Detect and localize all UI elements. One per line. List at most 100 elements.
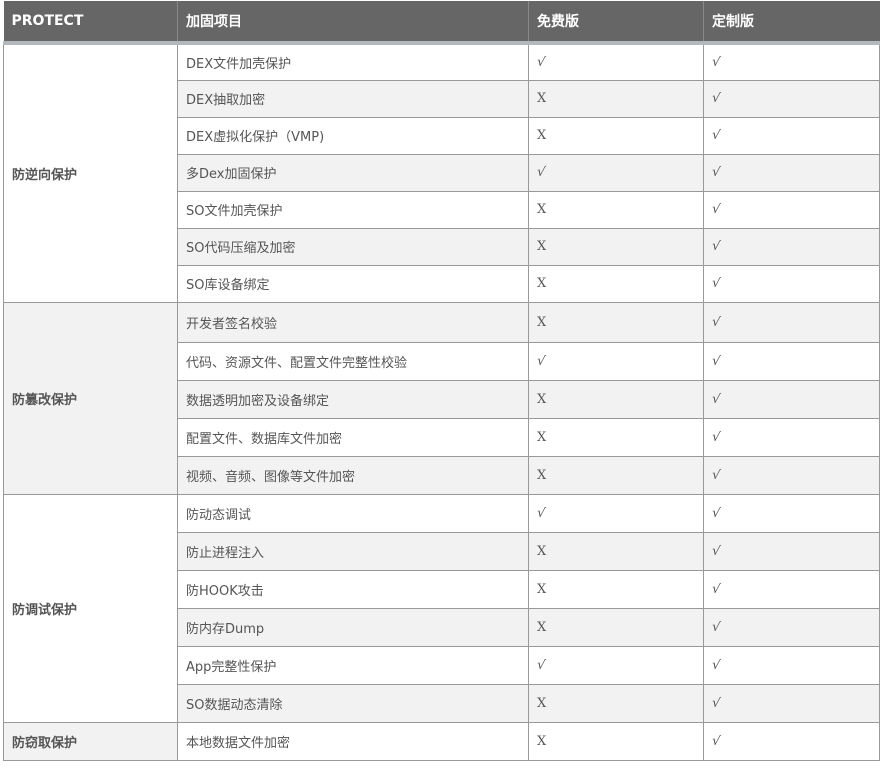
feature-cell: 防内存Dump bbox=[177, 607, 529, 647]
free-edition-cell: X bbox=[528, 301, 704, 343]
cross-mark: X bbox=[537, 695, 547, 711]
free-edition-cell: X bbox=[528, 569, 704, 609]
custom-edition-cell: √ bbox=[703, 42, 880, 81]
check-mark: √ bbox=[710, 90, 722, 107]
table-row: 防窃取保护 本地数据文件加密 X √ bbox=[3, 721, 880, 761]
category-cell: 防篡改保护 bbox=[3, 301, 178, 495]
custom-edition-cell: √ bbox=[703, 116, 880, 155]
feature-cell: SO库设备绑定 bbox=[177, 264, 529, 303]
check-mark: √ bbox=[710, 656, 722, 674]
cross-mark: X bbox=[537, 276, 547, 291]
feature-cell: 防止进程注入 bbox=[177, 531, 529, 571]
free-edition-cell: X bbox=[528, 721, 704, 761]
cross-mark: X bbox=[537, 543, 547, 559]
cross-mark: X bbox=[537, 429, 547, 445]
check-mark: √ bbox=[710, 275, 722, 292]
free-edition-cell: √ bbox=[528, 493, 704, 533]
check-mark: √ bbox=[710, 580, 722, 598]
feature-cell: DEX文件加壳保护 bbox=[177, 42, 529, 81]
cross-mark: X bbox=[537, 202, 547, 217]
cross-mark: X bbox=[537, 314, 547, 330]
check-mark: √ bbox=[710, 542, 722, 560]
free-edition-cell: X bbox=[528, 417, 704, 457]
free-edition-cell: √ bbox=[528, 341, 704, 381]
check-mark: √ bbox=[710, 313, 722, 331]
check-mark: √ bbox=[710, 618, 722, 636]
feature-cell: 代码、资源文件、配置文件完整性校验 bbox=[177, 341, 529, 381]
feature-cell: 视频、音频、图像等文件加密 bbox=[177, 455, 529, 495]
header-free-edition: 免费版 bbox=[528, 1, 704, 45]
free-edition-cell: X bbox=[528, 79, 704, 118]
table-body: 防逆向保护 DEX文件加壳保护 √ √ DEX抽取加密 X √ DEX虚拟化保护（VMP) X √… bbox=[3, 42, 880, 761]
free-edition-cell: X bbox=[528, 190, 704, 229]
free-edition-cell: X bbox=[528, 607, 704, 647]
feature-cell: SO数据动态清除 bbox=[177, 683, 529, 723]
free-edition-cell: √ bbox=[528, 645, 704, 685]
feature-cell: App完整性保护 bbox=[177, 645, 529, 685]
check-mark: √ bbox=[710, 127, 722, 144]
feature-cell: 防HOOK攻击 bbox=[177, 569, 529, 609]
free-edition-cell: X bbox=[528, 531, 704, 571]
check-mark: √ bbox=[710, 201, 722, 218]
custom-edition-cell: √ bbox=[703, 493, 880, 533]
protection-comparison-table: PROTECT 加固项目 免费版 定制版 防逆向保护 DEX文件加壳保护 √ √ DEX… bbox=[3, 1, 880, 761]
free-edition-cell: X bbox=[528, 227, 704, 266]
check-mark: √ bbox=[710, 466, 722, 484]
cross-mark: X bbox=[537, 391, 547, 407]
custom-edition-cell: √ bbox=[703, 301, 880, 343]
check-mark: √ bbox=[535, 352, 547, 370]
custom-edition-cell: √ bbox=[703, 341, 880, 381]
custom-edition-cell: √ bbox=[703, 455, 880, 495]
table-row: 防篡改保护 开发者签名校验 X √ bbox=[3, 301, 880, 495]
header-protect: PROTECT bbox=[3, 1, 178, 45]
custom-edition-cell: √ bbox=[703, 417, 880, 457]
check-mark: √ bbox=[710, 164, 722, 181]
free-edition-cell: X bbox=[528, 455, 704, 495]
cross-mark: X bbox=[537, 467, 547, 483]
header-item: 加固项目 bbox=[177, 1, 529, 45]
feature-cell: 配置文件、数据库文件加密 bbox=[177, 417, 529, 457]
cross-mark: X bbox=[537, 733, 547, 749]
feature-cell: 开发者签名校验 bbox=[177, 301, 529, 343]
table-row: 防调试保护 防动态调试 √ √ bbox=[3, 493, 880, 723]
check-mark: √ bbox=[535, 54, 547, 71]
check-mark: √ bbox=[710, 732, 722, 750]
check-mark: √ bbox=[710, 238, 722, 255]
table-row: 防逆向保护 DEX文件加壳保护 √ √ bbox=[3, 42, 880, 303]
custom-edition-cell: √ bbox=[703, 569, 880, 609]
category-cell: 防逆向保护 bbox=[3, 42, 178, 303]
check-mark: √ bbox=[710, 694, 722, 712]
check-mark: √ bbox=[710, 428, 722, 446]
free-edition-cell: X bbox=[528, 379, 704, 419]
feature-cell: 本地数据文件加密 bbox=[177, 721, 529, 761]
free-edition-cell: √ bbox=[528, 153, 704, 192]
custom-edition-cell: √ bbox=[703, 190, 880, 229]
check-mark: √ bbox=[710, 504, 722, 522]
check-mark: √ bbox=[710, 54, 722, 71]
feature-cell: DEX虚拟化保护（VMP) bbox=[177, 116, 529, 155]
cross-mark: X bbox=[537, 239, 547, 254]
feature-cell: 数据透明加密及设备绑定 bbox=[177, 379, 529, 419]
custom-edition-cell: √ bbox=[703, 607, 880, 647]
custom-edition-cell: √ bbox=[703, 227, 880, 266]
category-cell: 防窃取保护 bbox=[3, 721, 178, 761]
check-mark: √ bbox=[535, 504, 547, 522]
feature-cell: DEX抽取加密 bbox=[177, 79, 529, 118]
custom-edition-cell: √ bbox=[703, 645, 880, 685]
category-cell: 防调试保护 bbox=[3, 493, 178, 723]
free-edition-cell: √ bbox=[528, 42, 704, 81]
custom-edition-cell: √ bbox=[703, 721, 880, 761]
check-mark: √ bbox=[535, 656, 547, 674]
custom-edition-cell: √ bbox=[703, 153, 880, 192]
custom-edition-cell: √ bbox=[703, 79, 880, 118]
header-custom-edition: 定制版 bbox=[703, 1, 880, 45]
feature-cell: 多Dex加固保护 bbox=[177, 153, 529, 192]
check-mark: √ bbox=[710, 390, 722, 408]
free-edition-cell: X bbox=[528, 116, 704, 155]
feature-cell: 防动态调试 bbox=[177, 493, 529, 533]
custom-edition-cell: √ bbox=[703, 531, 880, 571]
table-header-row: PROTECT 加固项目 免费版 定制版 bbox=[3, 1, 880, 45]
custom-edition-cell: √ bbox=[703, 683, 880, 723]
cross-mark: X bbox=[537, 619, 547, 635]
free-edition-cell: X bbox=[528, 683, 704, 723]
